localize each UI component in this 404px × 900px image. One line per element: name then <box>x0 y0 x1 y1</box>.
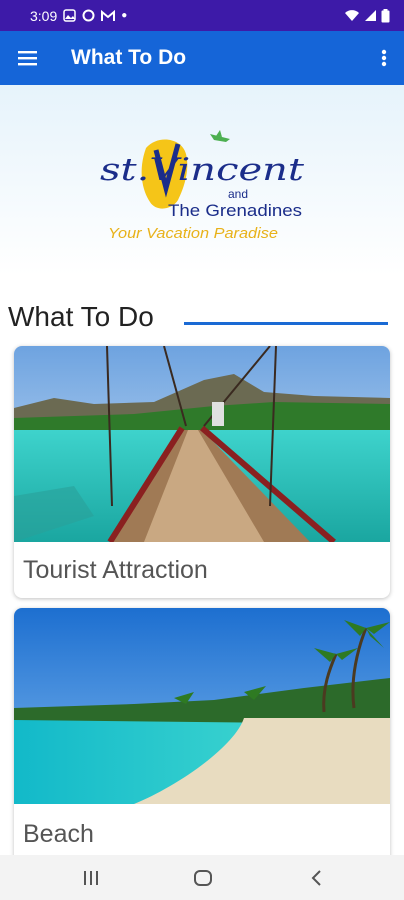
mail-icon <box>101 9 116 21</box>
logo-brand-line-2: The Grenadines <box>168 201 302 220</box>
image-icon <box>63 9 76 22</box>
home-button[interactable] <box>190 865 216 891</box>
content-scroll-area[interactable]: st.Vincent and The Grenadines Your Vacat… <box>0 85 404 855</box>
home-icon <box>194 870 212 886</box>
card-label: Beach <box>23 820 94 848</box>
svg-logo: st.Vincent and The Grenadines Your Vacat… <box>98 130 308 250</box>
recent-apps-icon <box>84 871 98 885</box>
recent-apps-button[interactable] <box>78 865 104 891</box>
dot-icon: ● <box>121 10 128 21</box>
wifi-icon <box>345 10 359 21</box>
card-image-bridge <box>14 346 390 542</box>
app-bar-title: What To Do <box>71 46 187 69</box>
system-nav-bar <box>0 855 404 900</box>
logo-brand-and: and <box>228 187 248 201</box>
card-label: Tourist Attraction <box>23 556 208 584</box>
section-title: What To Do <box>8 301 154 332</box>
back-icon <box>311 870 321 886</box>
card-beach[interactable]: Beach <box>14 608 390 855</box>
circle-icon <box>82 9 95 22</box>
status-time: 3:09 <box>30 7 58 24</box>
logo-graphic: st.Vincent and The Grenadines Your Vacat… <box>100 130 305 242</box>
back-button[interactable] <box>304 865 330 891</box>
menu-button[interactable] <box>14 44 42 72</box>
section-title-rule <box>184 322 388 325</box>
overflow-menu-button[interactable] <box>374 44 394 72</box>
app-bar: What To Do <box>0 31 404 85</box>
signal-icon <box>365 10 376 21</box>
battery-icon <box>381 8 390 22</box>
logo-tagline: Your Vacation Paradise <box>108 225 278 242</box>
hamburger-menu-icon <box>18 51 37 66</box>
card-image-beach <box>14 608 390 804</box>
more-vert-icon <box>381 49 387 67</box>
status-bar: 3:09 ● <box>0 0 404 31</box>
card-tourist-attraction[interactable]: Tourist Attraction <box>14 346 390 598</box>
logo-brand-line-1: st.Vincent <box>100 152 305 188</box>
